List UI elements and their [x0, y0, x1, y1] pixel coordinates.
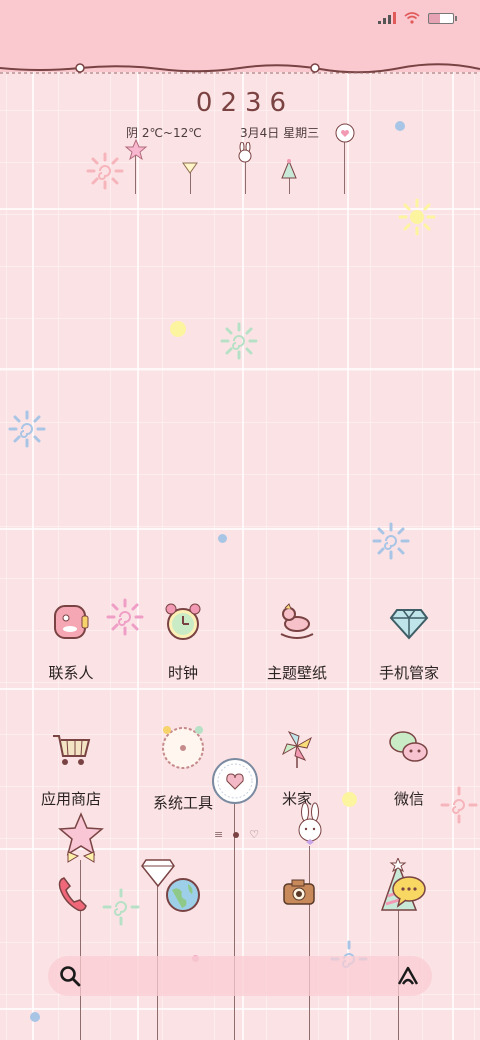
party-hat-decoration-icon [281, 159, 297, 179]
camera-icon [283, 879, 315, 905]
app-label: 手机管家 [378, 664, 439, 682]
diamond-decoration-icon [182, 162, 198, 174]
chat-bubbles-icon [389, 731, 428, 762]
app-label: 应用商店 [40, 790, 101, 808]
clock-time[interactable]: 0236 [190, 88, 300, 118]
rocking-horse-icon [280, 603, 314, 639]
battery-icon [428, 12, 457, 24]
heart-badge-decoration-icon [335, 123, 355, 143]
shopping-cart-icon [53, 735, 91, 765]
app-themes[interactable]: 主题壁纸 [242, 600, 352, 683]
app-label: 微信 [393, 790, 424, 808]
app-wechat[interactable]: 微信 [354, 726, 464, 809]
dock-phone[interactable] [56, 874, 90, 918]
app-security[interactable]: 手机管家 [354, 600, 464, 683]
dock-browser[interactable] [164, 876, 202, 918]
blue-swirl-decoration-icon [372, 522, 410, 560]
green-swirl-decoration-icon [102, 888, 140, 926]
assistant-icon[interactable] [396, 964, 420, 988]
decor-stick [245, 162, 246, 194]
date-text[interactable]: 3月4日 星期三 [240, 124, 319, 141]
bunny-decoration-icon [238, 142, 252, 163]
app-contacts[interactable]: 联系人 [16, 600, 126, 683]
decor-stick [289, 178, 290, 194]
signal-icon [378, 12, 396, 24]
tools-clock-icon [162, 726, 204, 769]
contacts-icon [54, 605, 89, 639]
app-label: 联系人 [48, 664, 94, 682]
dock-camera[interactable] [280, 874, 318, 916]
browser-globe-icon [166, 878, 200, 912]
wifi-icon [404, 12, 420, 24]
bunny-decoration-icon [298, 802, 322, 845]
alarm-clock-icon [165, 603, 201, 640]
page-dot-active [233, 831, 240, 838]
green-swirl-decoration-icon [220, 322, 258, 360]
app-app-store[interactable]: 应用商店 [16, 726, 126, 809]
star-decoration-icon [124, 138, 148, 161]
decor-dot [395, 121, 405, 131]
heart-medallion-decoration-icon [212, 758, 258, 804]
page-list-icon: ≡ [214, 828, 224, 841]
search-bar[interactable] [48, 956, 432, 996]
header-stitch-seam [0, 63, 480, 74]
pink-swirl-decoration-icon [86, 152, 124, 190]
app-label: 主题壁纸 [266, 664, 327, 682]
yellow-swirl-decoration-icon [398, 198, 436, 236]
blue-swirl-decoration-icon [8, 410, 46, 448]
app-clock[interactable]: 时钟 [128, 600, 238, 683]
diamond-icon [389, 609, 429, 640]
decor-dot [170, 321, 186, 337]
decor-dot [218, 534, 227, 543]
star-bow-decoration-icon [58, 812, 104, 863]
status-bar-icons [378, 12, 457, 24]
decor-dot [30, 1012, 40, 1022]
phone-icon [58, 877, 87, 912]
decor-stick [344, 142, 345, 194]
search-icon[interactable] [58, 964, 82, 988]
app-label: 时钟 [167, 664, 198, 682]
dock-messages[interactable] [390, 874, 428, 912]
message-icon [392, 876, 426, 908]
page-heart-icon: ♡ [249, 828, 260, 841]
pinwheel-icon [282, 731, 312, 768]
page-indicator[interactable]: ≡ ♡ [214, 828, 259, 841]
